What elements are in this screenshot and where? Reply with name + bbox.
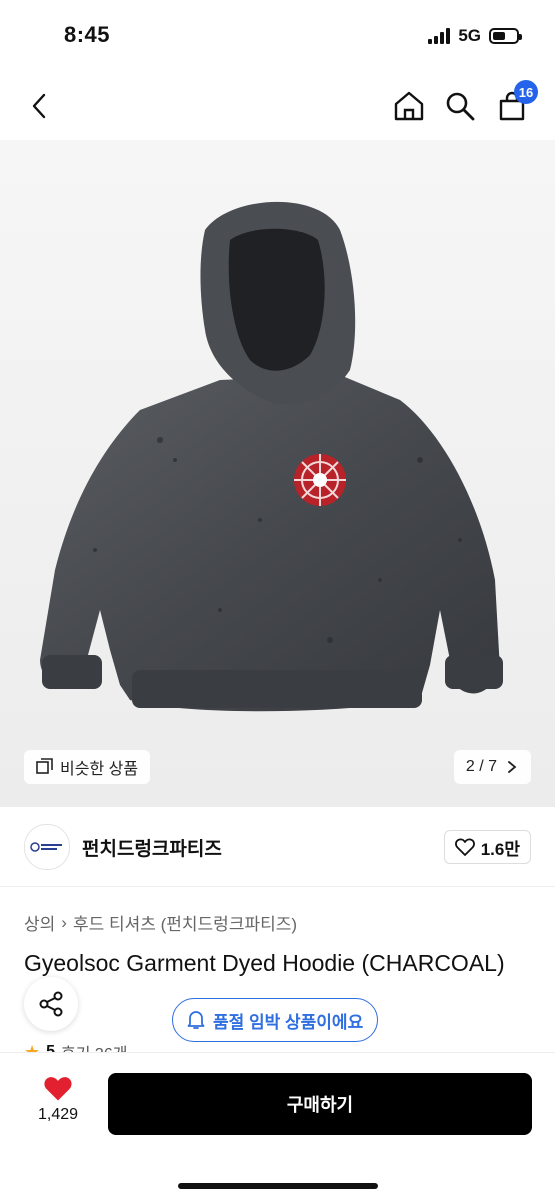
emblem-graphic [294, 454, 346, 506]
heart-outline-icon [454, 838, 475, 856]
brand-name[interactable]: 펀치드렁크파티즈 [82, 834, 222, 861]
chevron-left-icon [32, 93, 46, 119]
search-button[interactable] [440, 86, 480, 126]
product-image[interactable]: 비슷한 상품 2 / 7 [0, 140, 555, 807]
stock-notice-pill[interactable]: 품절 임박 상품이에요 [172, 998, 379, 1042]
back-button[interactable] [20, 86, 60, 126]
share-button[interactable] [24, 977, 78, 1031]
brand-logo-mark [30, 842, 62, 852]
heart-filled-icon [44, 1077, 72, 1101]
home-icon [394, 91, 424, 121]
battery-icon [489, 28, 522, 44]
top-nav: 16 [0, 70, 555, 138]
wishlist-count: 1,429 [37, 1106, 79, 1123]
bell-icon [187, 1011, 205, 1029]
hoodie-image [40, 201, 503, 712]
wishlist-button[interactable]: 1,429 [30, 1075, 86, 1124]
breadcrumb-separator: › [61, 912, 67, 932]
copy-icon [36, 758, 53, 774]
status-time: 8:45 [64, 22, 111, 47]
search-icon [446, 92, 475, 121]
brand-like-count: 1.6만 [480, 839, 520, 859]
cart-button[interactable]: 16 [492, 80, 538, 126]
breadcrumb: 상의 › 후드 티셔츠 (펀치드렁크파티즈) [24, 910, 297, 935]
similar-products-label: 비슷한 상품 [60, 761, 139, 778]
network-label: 5G [458, 26, 481, 45]
cart-count-badge: 16 [514, 80, 538, 104]
signal-icon [428, 28, 451, 44]
brand-logo[interactable] [24, 824, 70, 870]
brand-like-button[interactable]: 1.6만 [443, 830, 531, 864]
product-title: Gyeolsoc Garment Dyed Hoodie (CHARCOAL) [24, 950, 505, 976]
breadcrumb-category[interactable]: 상의 [24, 910, 55, 935]
stock-notice-label: 품절 임박 상품이에요 [213, 1012, 364, 1032]
bottom-action-bar: 1,429 구매하기 [0, 1052, 555, 1201]
image-pager-label: 2 / 7 [465, 758, 497, 775]
home-indicator [178, 1183, 378, 1189]
image-pager[interactable]: 2 / 7 [453, 750, 531, 784]
brand-row: 펀치드렁크파티즈 1.6만 [0, 820, 555, 887]
home-button[interactable] [389, 86, 429, 126]
share-icon [39, 991, 63, 1017]
buy-button[interactable]: 구매하기 [108, 1073, 532, 1135]
buy-button-label: 구매하기 [286, 1095, 354, 1115]
status-indicators: 5G [428, 26, 522, 46]
chevron-right-icon [508, 761, 517, 773]
similar-products-button[interactable]: 비슷한 상품 [24, 750, 151, 784]
breadcrumb-subcategory[interactable]: 후드 티셔츠 (펀치드렁크파티즈) [73, 910, 297, 935]
